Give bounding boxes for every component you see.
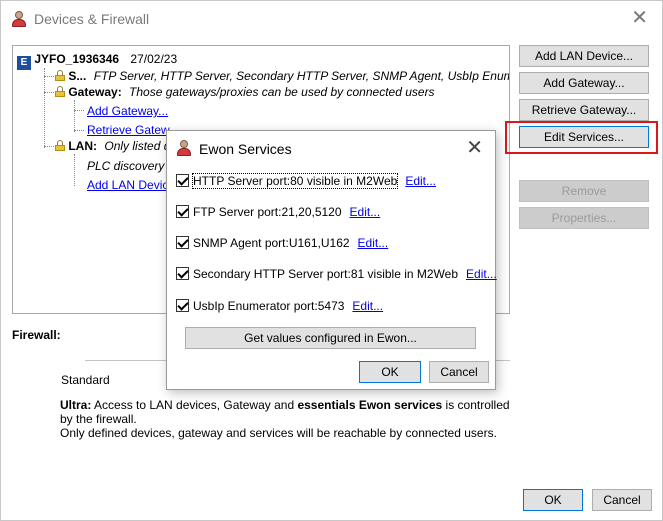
lock-icon <box>55 140 65 151</box>
window-title: Devices & Firewall <box>34 11 150 27</box>
device-name: JYFO_1936346 <box>34 52 120 66</box>
service-label: SNMP Agent port:U161,U162 <box>193 236 350 250</box>
edit-snmp-link[interactable]: Edit... <box>358 236 389 250</box>
lock-icon <box>55 86 65 97</box>
tree-root-node[interactable]: E JYFO_1936346 27/02/23 <box>17 52 177 70</box>
secondary-http-checkbox[interactable] <box>176 267 189 280</box>
cancel-button[interactable]: Cancel <box>592 489 652 511</box>
service-row-usbip[interactable]: UsbIp Enumerator port:5473 Edit... <box>176 299 383 315</box>
device-date: 27/02/23 <box>130 52 178 66</box>
tree-services-node[interactable]: S... FTP Server, HTTP Server, Secondary … <box>55 69 510 83</box>
lan-label: LAN: <box>68 139 98 153</box>
gateway-label: Gateway: <box>68 85 122 99</box>
window-titlebar: Devices & Firewall ✕ <box>1 1 662 37</box>
properties-button[interactable]: Properties... <box>519 207 649 229</box>
dialog-title: Ewon Services <box>199 141 292 157</box>
edit-usbip-link[interactable]: Edit... <box>352 299 383 313</box>
service-label: UsbIp Enumerator port:5473 <box>193 299 345 313</box>
desc-essentials: essentials Ewon services <box>297 398 443 412</box>
edit-services-highlight <box>505 121 658 154</box>
ftp-server-checkbox[interactable] <box>176 205 189 218</box>
slider-standard-label: Standard <box>61 373 110 387</box>
tree-gateway-node[interactable]: Gateway: Those gateways/proxies can be u… <box>55 85 435 99</box>
http-server-checkbox[interactable] <box>176 174 189 187</box>
add-gateway-button[interactable]: Add Gateway... <box>519 72 649 94</box>
close-icon[interactable]: ✕ <box>466 137 483 157</box>
dialog-cancel-button[interactable]: Cancel <box>429 361 489 383</box>
lock-icon <box>55 70 65 81</box>
tree-add-lan-link[interactable]: Add LAN Device <box>87 178 175 192</box>
tree-add-gateway-link[interactable]: Add Gateway... <box>87 104 168 118</box>
service-label: HTTP Server port:80 visible in M2Web <box>191 173 399 189</box>
add-gateway-link[interactable]: Add Gateway... <box>87 104 168 118</box>
desc-line-2: Only defined devices, gateway and servic… <box>60 426 497 440</box>
add-lan-device-button[interactable]: Add LAN Device... <box>519 45 649 67</box>
service-row-http[interactable]: HTTP Server port:80 visible in M2Web Edit… <box>176 173 436 190</box>
services-text: FTP Server, HTTP Server, Secondary HTTP … <box>93 69 510 83</box>
ewon-device-icon: E <box>17 56 31 70</box>
service-label: FTP Server port:21,20,5120 <box>193 205 342 219</box>
service-label: Secondary HTTP Server port:81 visible in… <box>193 267 459 281</box>
desc-ultra-label: Ultra: <box>60 398 92 412</box>
gateway-text: Those gateways/proxies can be used by co… <box>129 85 435 99</box>
close-icon[interactable]: ✕ <box>631 7 648 27</box>
services-prefix: S... <box>68 69 87 83</box>
firewall-label: Firewall: <box>12 328 61 342</box>
desc-text-1: Access to LAN devices, Gateway and <box>91 398 298 412</box>
lan-text: Only listed d <box>104 139 171 153</box>
service-row-secondary-http[interactable]: Secondary HTTP Server port:81 visible in… <box>176 267 497 283</box>
plc-discovery-text: PLC discovery is <box>87 159 177 173</box>
retrieve-gateway-link[interactable]: Retrieve Gatew <box>87 123 170 137</box>
firewall-description: Ultra: Access to LAN devices, Gateway an… <box>60 398 510 440</box>
dialog-titlebar: Ewon Services ✕ <box>167 131 495 163</box>
edit-ftp-link[interactable]: Edit... <box>350 205 381 219</box>
usbip-enumerator-checkbox[interactable] <box>176 299 189 312</box>
edit-secondary-http-link[interactable]: Edit... <box>466 267 497 281</box>
retrieve-gateway-button[interactable]: Retrieve Gateway... <box>519 99 649 121</box>
person-icon <box>11 11 27 27</box>
devices-firewall-window: Devices & Firewall ✕ E JYFO_1936346 27/0… <box>0 0 663 521</box>
service-row-ftp[interactable]: FTP Server port:21,20,5120 Edit... <box>176 205 380 221</box>
ok-button[interactable]: OK <box>523 489 583 511</box>
snmp-agent-checkbox[interactable] <box>176 236 189 249</box>
add-lan-device-link[interactable]: Add LAN Device <box>87 178 175 192</box>
tree-lan-node[interactable]: LAN: Only listed d <box>55 139 170 153</box>
person-icon <box>176 140 192 156</box>
service-row-snmp[interactable]: SNMP Agent port:U161,U162 Edit... <box>176 236 388 252</box>
dialog-ok-button[interactable]: OK <box>359 361 421 383</box>
tree-retrieve-gateway-link[interactable]: Retrieve Gatew <box>87 123 170 137</box>
ewon-services-dialog: Ewon Services ✕ HTTP Server port:80 visi… <box>166 130 497 390</box>
edit-http-link[interactable]: Edit... <box>405 174 436 188</box>
get-values-button[interactable]: Get values configured in Ewon... <box>185 327 476 349</box>
remove-button[interactable]: Remove <box>519 180 649 202</box>
